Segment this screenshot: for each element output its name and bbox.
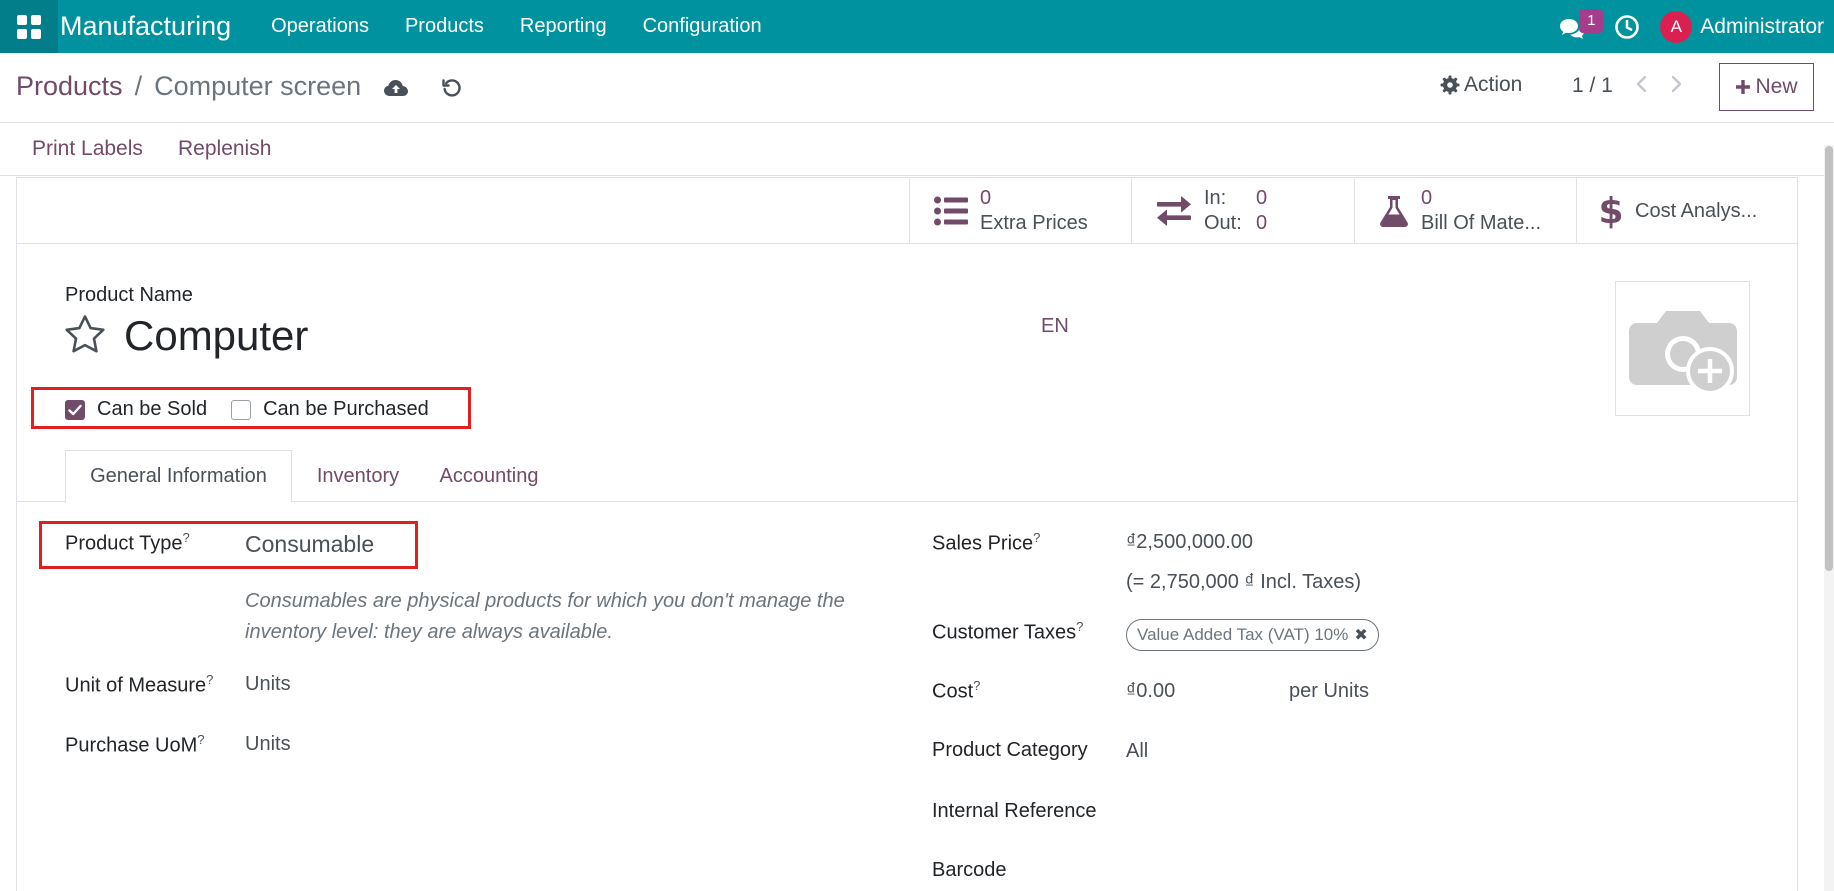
language-button[interactable]: EN bbox=[1041, 315, 1069, 338]
remove-tag-icon[interactable]: ✖ bbox=[1354, 625, 1367, 645]
scrollbar-thumb[interactable] bbox=[1825, 146, 1833, 571]
check-icon bbox=[68, 404, 82, 415]
out-label: Out: bbox=[1204, 212, 1242, 234]
in-label: In: bbox=[1204, 187, 1227, 209]
list-icon bbox=[934, 196, 968, 226]
cost-unit: per Units bbox=[1289, 680, 1370, 702]
control-panel: Products / Computer screen Action 1 / 1 bbox=[0, 53, 1834, 123]
purchase-uom-label: Purchase UoM? bbox=[65, 732, 205, 757]
activity-clock-icon[interactable] bbox=[1614, 14, 1640, 40]
menu-reporting[interactable]: Reporting bbox=[502, 15, 625, 38]
exchange-icon bbox=[1157, 196, 1191, 226]
camera-add-icon bbox=[1628, 310, 1737, 395]
breadcrumb-current: Computer screen bbox=[154, 71, 362, 101]
in-out-button[interactable]: In: 0 Out: 0 bbox=[1131, 178, 1354, 244]
top-navbar: Manufacturing Operations Products Report… bbox=[0, 0, 1834, 53]
cloud-upload-icon[interactable] bbox=[383, 78, 409, 98]
extra-prices-count: 0 bbox=[980, 187, 992, 209]
cost-field[interactable]: ₫0.00 bbox=[1126, 680, 1175, 703]
discard-changes-icon[interactable] bbox=[441, 77, 463, 99]
can-be-purchased-label[interactable]: Can be Purchased bbox=[263, 398, 429, 421]
product-form-sheet: 0 Extra Prices In: 0 Out: 0 0 Bill Of Ma… bbox=[16, 177, 1798, 891]
chat-count-badge: 1 bbox=[1579, 8, 1604, 33]
barcode-label: Barcode bbox=[932, 859, 1007, 881]
new-label: New bbox=[1755, 75, 1798, 98]
product-category-field[interactable]: All bbox=[1126, 740, 1148, 763]
grid-icon bbox=[17, 14, 41, 39]
form-tabs: General Information Inventory Accounting bbox=[17, 450, 1797, 503]
bom-count: 0 bbox=[1421, 187, 1433, 209]
bom-label: Bill Of Mate... bbox=[1421, 212, 1542, 234]
sales-price-incl-taxes: (= 2,750,000 ₫ Incl. Taxes) bbox=[1126, 571, 1362, 593]
purchase-uom-field[interactable]: Units bbox=[245, 733, 291, 756]
breadcrumb: Products / Computer screen bbox=[16, 71, 463, 102]
user-name[interactable]: Administrator bbox=[1700, 15, 1824, 39]
can-be-sold-label[interactable]: Can be Sold bbox=[97, 398, 207, 421]
smart-buttons-row: 0 Extra Prices In: 0 Out: 0 0 Bill Of Ma… bbox=[17, 178, 1797, 244]
tab-general-information[interactable]: General Information bbox=[65, 450, 292, 503]
chevron-left-icon[interactable] bbox=[1634, 74, 1650, 94]
svg-text:$: $ bbox=[1601, 193, 1621, 229]
dollar-icon: $ bbox=[1601, 193, 1621, 229]
uom-field[interactable]: Units bbox=[245, 673, 291, 696]
tab-inventory[interactable]: Inventory bbox=[304, 450, 412, 502]
messaging-button[interactable]: 1 bbox=[1554, 7, 1604, 47]
new-record-button[interactable]: New bbox=[1719, 63, 1814, 111]
can-be-sold-checkbox[interactable] bbox=[65, 399, 85, 420]
breadcrumb-separator: / bbox=[134, 71, 143, 101]
customer-tax-tag-label: Value Added Tax (VAT) 10% bbox=[1137, 625, 1349, 644]
action-label: Action bbox=[1464, 73, 1523, 96]
product-type-label: Product Type? bbox=[65, 530, 190, 555]
breadcrumb-products-link[interactable]: Products bbox=[16, 71, 123, 102]
product-type-select[interactable]: Consumable bbox=[245, 531, 374, 558]
product-image-upload[interactable] bbox=[1615, 281, 1750, 416]
sales-price-label: Sales Price? bbox=[932, 530, 1041, 555]
can-be-purchased-checkbox[interactable] bbox=[231, 399, 252, 420]
uom-label: Unit of Measure? bbox=[65, 672, 214, 697]
customer-tax-tag: Value Added Tax (VAT) 10% ✖ bbox=[1126, 619, 1379, 651]
out-value: 0 bbox=[1256, 212, 1268, 234]
product-name-label: Product Name bbox=[65, 284, 193, 306]
bill-of-materials-button[interactable]: 0 Bill Of Mate... bbox=[1354, 178, 1576, 244]
product-name-input[interactable]: Computer bbox=[124, 312, 308, 360]
action-menu-button[interactable]: Action bbox=[1440, 73, 1522, 97]
product-category-label: Product Category bbox=[932, 739, 1088, 761]
internal-reference-label: Internal Reference bbox=[932, 800, 1097, 822]
menu-configuration[interactable]: Configuration bbox=[625, 15, 780, 38]
form-header-buttons: Print Labels Replenish bbox=[0, 123, 1834, 176]
sales-price-field[interactable]: ₫2,500,000.00 bbox=[1126, 531, 1253, 554]
extra-prices-button[interactable]: 0 Extra Prices bbox=[909, 178, 1131, 244]
cost-analysis-label: Cost Analys... bbox=[1635, 199, 1758, 222]
pager-value[interactable]: 1 / 1 bbox=[1572, 74, 1613, 98]
in-value: 0 bbox=[1256, 187, 1268, 209]
product-type-help: Consumables are physical products for wh… bbox=[245, 590, 845, 643]
app-name[interactable]: Manufacturing bbox=[60, 11, 231, 42]
cost-label: Cost? bbox=[932, 678, 981, 703]
flask-icon bbox=[1380, 196, 1408, 227]
menu-products[interactable]: Products bbox=[387, 15, 502, 38]
user-avatar[interactable]: A bbox=[1660, 10, 1693, 43]
chevron-right-icon[interactable] bbox=[1668, 74, 1684, 94]
print-labels-button[interactable]: Print Labels bbox=[32, 137, 143, 161]
tab-accounting[interactable]: Accounting bbox=[431, 450, 547, 502]
app-menu-button[interactable] bbox=[0, 0, 58, 53]
plus-icon bbox=[1736, 80, 1751, 94]
cost-analysis-button[interactable]: $ Cost Analys... bbox=[1576, 178, 1797, 244]
gear-icon bbox=[1440, 75, 1460, 95]
replenish-button[interactable]: Replenish bbox=[178, 137, 271, 161]
star-icon[interactable] bbox=[64, 314, 106, 354]
customer-taxes-label: Customer Taxes? bbox=[932, 619, 1084, 644]
extra-prices-label: Extra Prices bbox=[980, 212, 1088, 234]
sell-purchase-options: Can be Sold Can be Purchased bbox=[65, 398, 453, 421]
menu-operations[interactable]: Operations bbox=[253, 15, 387, 38]
